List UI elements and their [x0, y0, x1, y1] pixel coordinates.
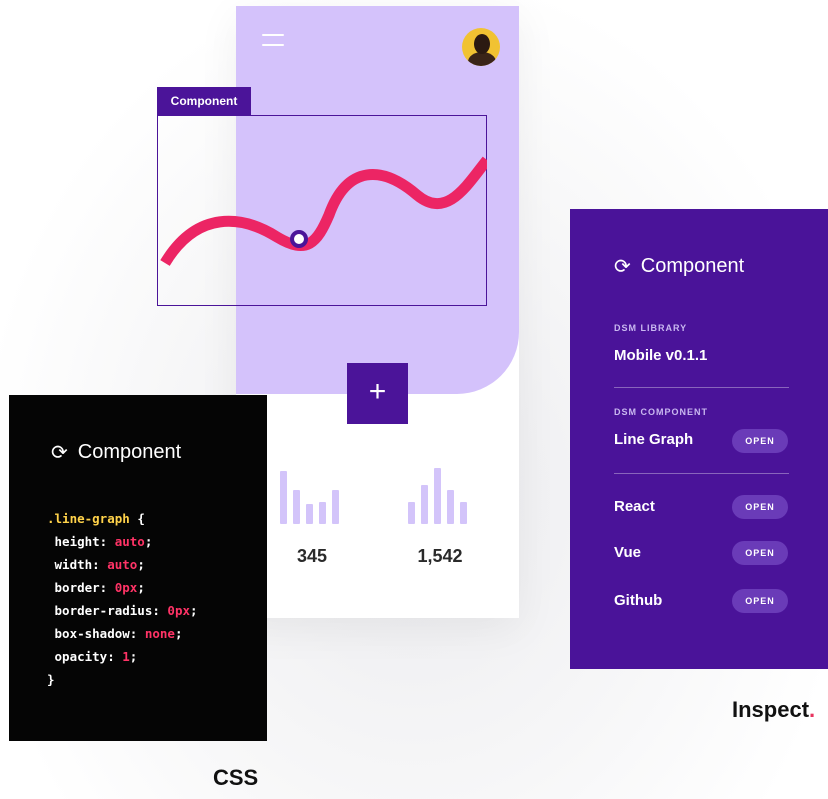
user-avatar[interactable] — [462, 28, 500, 66]
dsm-component-value: Line Graph — [614, 431, 694, 448]
bar — [447, 490, 454, 524]
bar — [319, 502, 326, 524]
inspect-panel-title-text: Component — [640, 255, 745, 277]
graph-point-marker — [290, 230, 308, 248]
divider — [614, 473, 789, 474]
bar — [408, 502, 415, 524]
vue-link-label: Vue — [614, 544, 641, 561]
bar — [434, 468, 441, 524]
css-selector: .line-graph — [47, 511, 130, 526]
css-panel-title-text: Component — [77, 441, 182, 463]
add-button[interactable]: + — [347, 363, 408, 424]
css-property-name: opacity: — [47, 649, 123, 664]
bar — [280, 471, 287, 524]
dsm-library-label: DSM LIBRARY — [614, 323, 688, 333]
css-property-value: none — [144, 626, 175, 641]
css-property-value: auto — [107, 557, 138, 572]
css-property-line: opacity: 1; — [47, 649, 138, 664]
stat-value: 1,542 — [417, 546, 463, 566]
stat-value: 345 — [296, 546, 328, 566]
css-property-value: 0px — [114, 580, 138, 595]
bar-chart-mini — [280, 468, 350, 524]
css-caption: CSS — [213, 765, 259, 790]
css-panel: ⟳ Component .line-graph { height: auto; … — [9, 395, 267, 741]
bar — [293, 490, 300, 524]
github-link-label: Github — [614, 592, 663, 609]
open-github-button[interactable]: OPEN — [732, 589, 788, 613]
open-react-button[interactable]: OPEN — [732, 495, 788, 519]
inspect-panel: ⟳ Component DSM LIBRARY Mobile v0.1.1 DS… — [570, 209, 828, 669]
css-property-value: 1 — [122, 649, 130, 664]
css-property-name: border: — [47, 580, 115, 595]
bar — [421, 485, 428, 524]
open-line-graph-button[interactable]: OPEN — [732, 429, 788, 453]
css-property-value: auto — [114, 534, 145, 549]
css-property-name: box-shadow: — [47, 626, 145, 641]
react-link-label: React — [614, 498, 655, 515]
css-property-line: box-shadow: none; — [47, 626, 183, 641]
css-panel-title: ⟳ Component — [51, 441, 181, 464]
sync-icon: ⟳ — [614, 255, 631, 278]
css-property-value: 0px — [167, 603, 190, 618]
open-vue-button[interactable]: OPEN — [732, 541, 788, 565]
sync-icon: ⟳ — [51, 441, 68, 464]
css-property-line: width: auto; — [47, 557, 145, 572]
dsm-component-label: DSM COMPONENT — [614, 407, 708, 417]
css-code-block: .line-graph { height: auto; width: auto;… — [47, 511, 198, 687]
dsm-library-value: Mobile v0.1.1 — [614, 347, 708, 364]
css-property-name: width: — [47, 557, 108, 572]
css-property-line: border-radius: 0px; — [47, 603, 198, 618]
css-property-line: border: 0px; — [47, 580, 145, 595]
hamburger-menu-icon[interactable] — [262, 34, 284, 48]
bar — [306, 504, 313, 524]
line-graph-wave — [160, 156, 487, 266]
inspect-panel-title: ⟳ Component — [614, 255, 744, 278]
css-property-name: height: — [47, 534, 115, 549]
inspect-brand: Inspect. — [732, 697, 816, 722]
phone-mockup: + 345 1,542 — [236, 6, 519, 618]
divider — [614, 387, 789, 388]
bar — [332, 490, 339, 524]
css-property-line: height: auto; — [47, 534, 153, 549]
component-tag: Component — [157, 87, 251, 115]
bar — [460, 502, 467, 524]
bar-chart-mini — [408, 468, 478, 524]
css-property-name: border-radius: — [47, 603, 168, 618]
